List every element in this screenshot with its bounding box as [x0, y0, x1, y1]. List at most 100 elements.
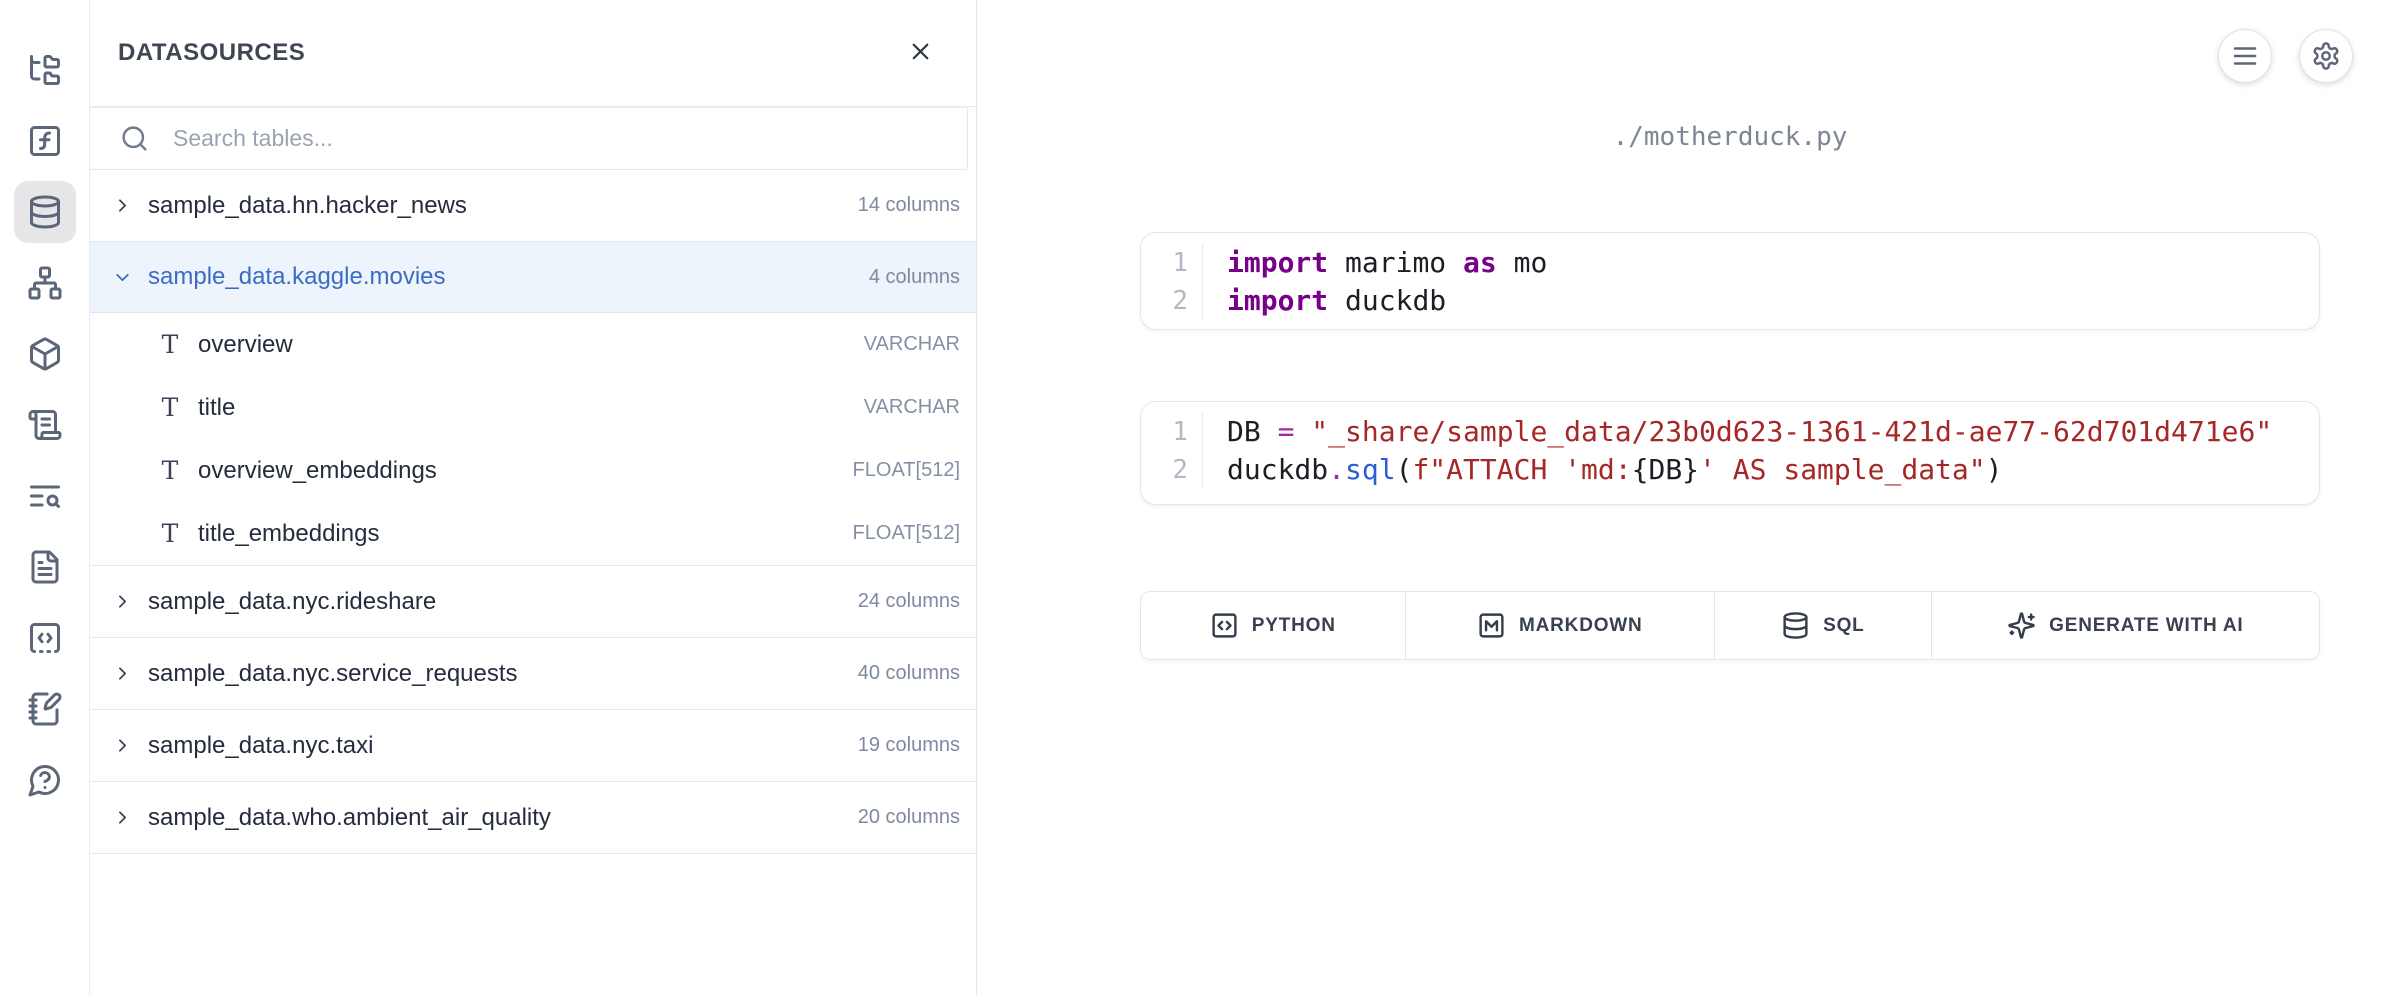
settings-button[interactable]	[2299, 29, 2353, 83]
sidebar-item-tracebacks[interactable]	[0, 460, 90, 531]
column-row[interactable]: TtitleVARCHAR	[90, 376, 976, 439]
sidebar-item-file-explorer[interactable]	[0, 34, 90, 105]
code-text[interactable]: duckdb.sql(f"ATTACH 'md:{DB}' AS sample_…	[1203, 451, 2002, 489]
text-type-icon: T	[156, 456, 184, 485]
column-type: FLOAT[512]	[853, 459, 960, 482]
sidebar-item-dependency-graph[interactable]	[0, 247, 90, 318]
column-row[interactable]: Toverview_embeddingsFLOAT[512]	[90, 439, 976, 502]
table-column-count: 40 columns	[858, 662, 960, 685]
square-dashed-code-icon	[27, 620, 63, 656]
chevron-right-icon	[112, 195, 133, 216]
square-m-icon	[1477, 611, 1506, 640]
network-icon	[27, 265, 63, 301]
sparkles-icon	[2007, 611, 2036, 640]
column-name: overview	[198, 331, 850, 359]
file-text-icon	[27, 549, 63, 585]
sidebar-item-packages[interactable]	[0, 318, 90, 389]
chevron-right-icon	[112, 807, 133, 828]
code-text[interactable]: import marimo as mo	[1203, 244, 1547, 282]
sidebar-item-datasources[interactable]	[0, 176, 90, 247]
add-cell-bar: PYTHON MARKDOWN SQL GENERATE WITH AI	[1140, 591, 2320, 660]
add-markdown-cell-button[interactable]: MARKDOWN	[1406, 592, 1715, 659]
panel-title: DATASOURCES	[118, 39, 305, 67]
column-type: VARCHAR	[864, 396, 960, 419]
table-row[interactable]: sample_data.who.ambient_air_quality 20 co…	[90, 782, 976, 853]
text-type-icon: T	[156, 393, 184, 422]
search-tables-input[interactable]	[171, 124, 967, 153]
table-column-count: 24 columns	[858, 590, 960, 613]
add-cell-button-label: GENERATE WITH AI	[2049, 615, 2243, 637]
generate-with-ai-button[interactable]: GENERATE WITH AI	[1932, 592, 2319, 659]
square-function-icon	[27, 123, 63, 159]
table-column-count: 4 columns	[869, 266, 960, 289]
sidebar-item-functions[interactable]	[0, 105, 90, 176]
table-column-count: 19 columns	[858, 734, 960, 757]
sidebar-item-documentation[interactable]	[0, 531, 90, 602]
sidebar-item-logs[interactable]	[0, 389, 90, 460]
sidebar-item-scratchpad[interactable]	[0, 673, 90, 744]
table-name: sample_data.nyc.rideshare	[148, 588, 843, 616]
box-icon	[27, 336, 63, 372]
line-number: 1	[1141, 413, 1203, 451]
add-cell-button-label: MARKDOWN	[1519, 615, 1643, 637]
line-number: 2	[1141, 451, 1203, 489]
header-actions	[2218, 29, 2353, 83]
table-row[interactable]: sample_data.kaggle.movies 4 columns	[90, 242, 976, 313]
chevron-right-icon	[112, 735, 133, 756]
code-cell[interactable]: 1import marimo as mo2import duckdb	[1140, 232, 2320, 330]
chevron-right-icon	[112, 591, 133, 612]
message-circle-question-icon	[27, 762, 63, 798]
add-cell-button-label: PYTHON	[1252, 615, 1336, 637]
table-row[interactable]: sample_data.nyc.service_requests 40 colum…	[90, 638, 976, 709]
sidebar-item-help-chat[interactable]	[0, 744, 90, 815]
table-group: sample_data.who.ambient_air_quality 20 co…	[90, 782, 976, 854]
code-line: 2import duckdb	[1141, 282, 2319, 320]
code-cell[interactable]: 1DB = "_share/sample_data/23b0d623-1361-…	[1140, 401, 2320, 505]
notebook-main: ./motherduck.py 1import marimo as mo2imp…	[977, 0, 2399, 996]
table-group: sample_data.nyc.service_requests 40 colum…	[90, 638, 976, 710]
code-text[interactable]: import duckdb	[1203, 282, 1446, 320]
column-row[interactable]: Toverview VARCHAR	[90, 313, 976, 376]
activity-bar	[0, 0, 90, 996]
notebook-filename[interactable]: ./motherduck.py	[1140, 122, 2320, 152]
table-group: sample_data.nyc.taxi 19 columns	[90, 710, 976, 782]
sidebar-item-snippets[interactable]	[0, 602, 90, 673]
table-row[interactable]: sample_data.nyc.rideshare 24 columns	[90, 566, 976, 637]
table-name: sample_data.hn.hacker_news	[148, 192, 843, 220]
table-name: sample_data.who.ambient_air_quality	[148, 804, 843, 832]
search-box	[90, 107, 968, 170]
notebook-menu-button[interactable]	[2218, 29, 2272, 83]
close-panel-button[interactable]	[907, 38, 934, 68]
text-type-icon: T	[156, 330, 184, 359]
table-column-count: 20 columns	[858, 806, 960, 829]
line-number: 1	[1141, 244, 1203, 282]
datasources-panel: DATASOURCES sample_data.hn.hacker_news 14…	[90, 0, 977, 996]
code-text[interactable]: DB = "_share/sample_data/23b0d623-1361-4…	[1203, 413, 2272, 451]
line-number: 2	[1141, 282, 1203, 320]
table-row[interactable]: sample_data.nyc.taxi 19 columns	[90, 710, 976, 781]
add-sql-cell-button[interactable]: SQL	[1715, 592, 1932, 659]
text-type-icon: T	[156, 519, 184, 548]
table-row[interactable]: sample_data.hn.hacker_news 14 columns	[90, 170, 976, 241]
marimo-app: DATASOURCES sample_data.hn.hacker_news14…	[0, 0, 2399, 996]
column-type: FLOAT[512]	[853, 522, 960, 545]
code-line: 1DB = "_share/sample_data/23b0d623-1361-…	[1141, 413, 2319, 451]
database-icon	[27, 194, 63, 230]
close-icon	[907, 38, 934, 68]
table-name: sample_data.kaggle.movies	[148, 263, 854, 291]
add-python-cell-button[interactable]: PYTHON	[1141, 592, 1406, 659]
column-row[interactable]: Ttitle_embeddings FLOAT[512]	[90, 502, 976, 565]
column-name: title_embeddings	[198, 520, 839, 548]
chevron-right-icon	[112, 663, 133, 684]
table-column-count: 14 columns	[858, 194, 960, 217]
table-name: sample_data.nyc.taxi	[148, 732, 843, 760]
column-type: VARCHAR	[864, 333, 960, 356]
scroll-text-icon	[27, 407, 63, 443]
text-search-icon	[27, 478, 63, 514]
menu-icon	[2230, 41, 2260, 71]
folder-tree-icon	[27, 52, 63, 88]
settings-icon	[2311, 41, 2341, 71]
table-name: sample_data.nyc.service_requests	[148, 660, 843, 688]
table-list: sample_data.hn.hacker_news14 columnssamp…	[90, 170, 976, 854]
notebook-pen-icon	[27, 691, 63, 727]
